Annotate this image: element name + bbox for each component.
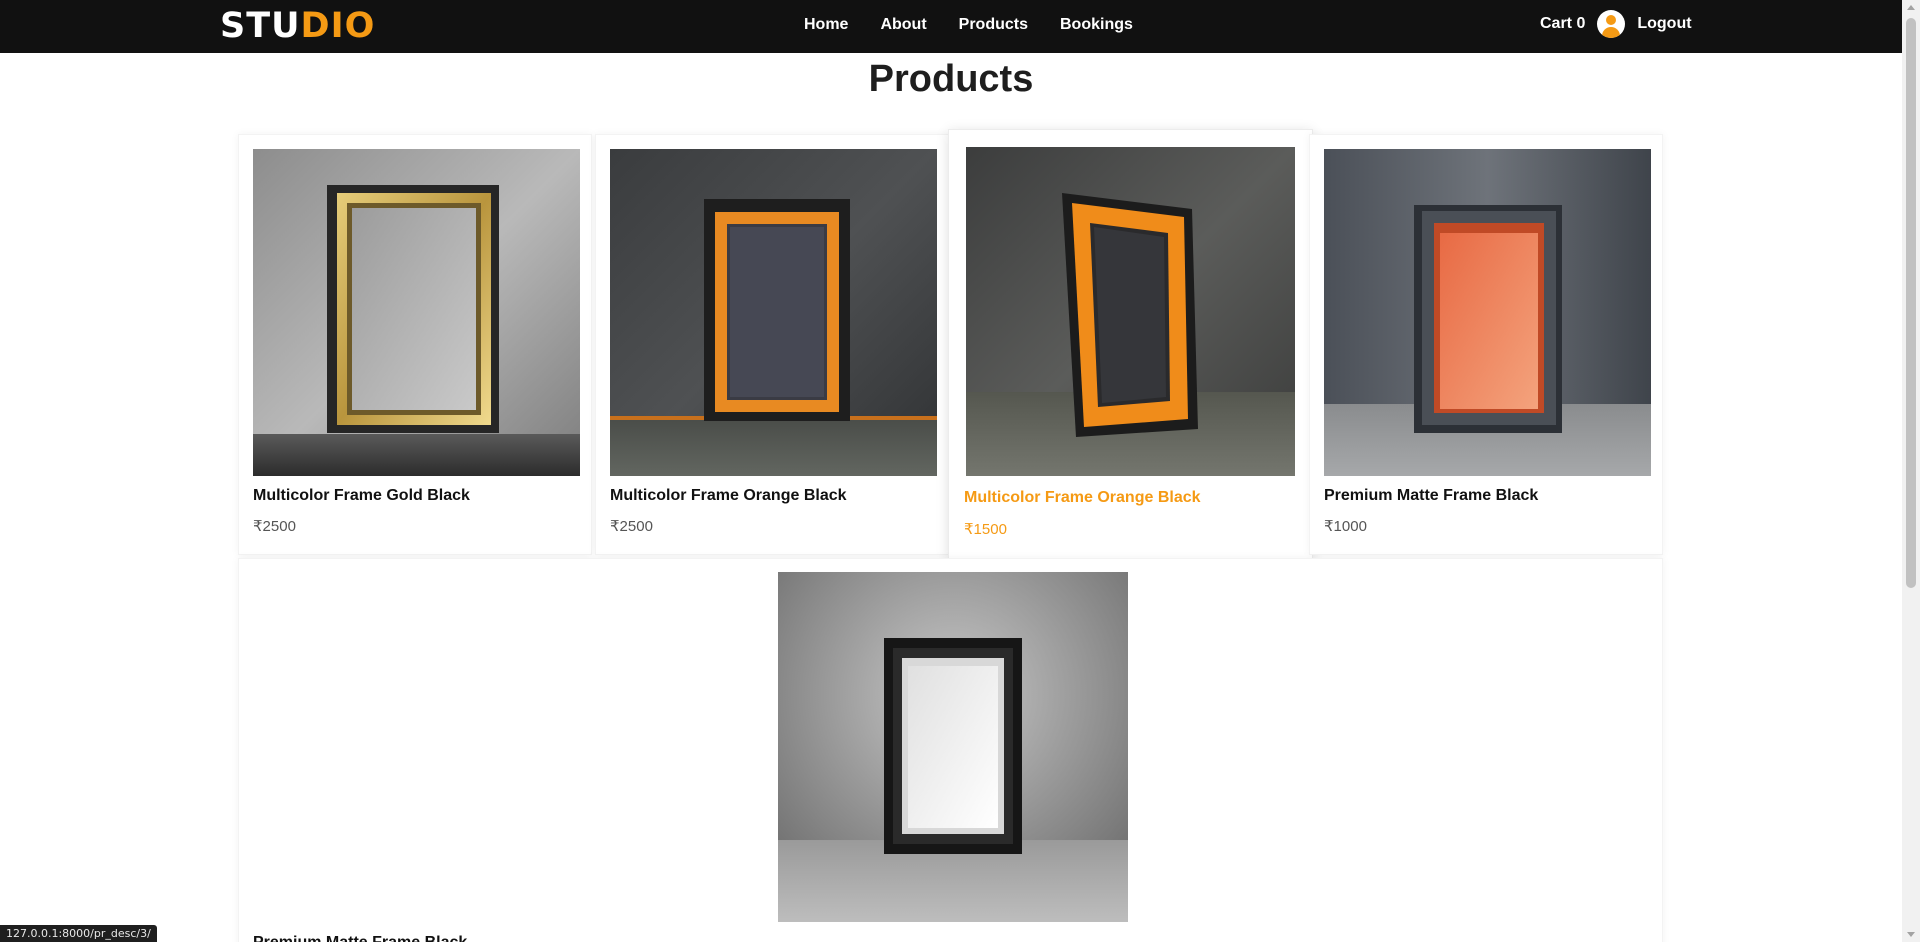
nav-user-area: Cart 0 Logout [1540, 10, 1692, 38]
product-image[interactable] [778, 572, 1128, 922]
nav-home-link[interactable]: Home [804, 15, 848, 35]
product-image[interactable] [1324, 149, 1651, 476]
product-name[interactable]: Premium Matte Frame Black [1324, 486, 1538, 506]
navbar: STUDIO Home About Products Bookings Cart… [0, 0, 1902, 53]
product-card[interactable]: Premium Matte Frame Black ₹1000 [1309, 134, 1663, 555]
product-name[interactable]: Multicolor Frame Orange Black [964, 488, 1201, 508]
product-price: ₹1000 [1324, 518, 1367, 535]
user-avatar-icon[interactable] [1597, 10, 1626, 38]
product-name[interactable]: Multicolor Frame Orange Black [610, 486, 847, 506]
page-title: Products [868, 58, 1034, 100]
nav-links: Home About Products Bookings [804, 15, 1165, 35]
product-card[interactable]: Premium Matte Frame Black [238, 558, 1663, 942]
page-scrollbar[interactable] [1902, 0, 1920, 942]
logout-link[interactable]: Logout [1637, 15, 1691, 33]
cart-link[interactable]: Cart 0 [1540, 15, 1585, 33]
product-card[interactable]: Multicolor Frame Gold Black ₹2500 [238, 134, 592, 555]
product-card[interactable]: Multicolor Frame Orange Black ₹2500 [595, 134, 949, 555]
product-image[interactable] [253, 149, 580, 476]
link-status-bar: 127.0.0.1:8000/pr_desc/3/ [0, 925, 157, 942]
product-price: ₹1500 [964, 521, 1007, 538]
nav-about-link[interactable]: About [880, 15, 926, 35]
studio-logo[interactable]: STUDIO [220, 6, 375, 46]
nav-bookings-link[interactable]: Bookings [1060, 15, 1133, 35]
product-card[interactable]: Multicolor Frame Orange Black ₹1500 [948, 129, 1313, 561]
product-image[interactable] [610, 149, 937, 476]
scroll-thumb[interactable] [1906, 18, 1916, 588]
nav-products-link[interactable]: Products [959, 15, 1028, 35]
product-price: ₹2500 [253, 518, 296, 535]
product-name[interactable]: Multicolor Frame Gold Black [253, 486, 470, 506]
product-image[interactable] [966, 147, 1295, 476]
product-name[interactable]: Premium Matte Frame Black [253, 933, 467, 942]
scroll-down-icon[interactable] [1907, 932, 1915, 937]
product-price: ₹2500 [610, 518, 653, 535]
scroll-up-icon[interactable] [1907, 5, 1915, 10]
